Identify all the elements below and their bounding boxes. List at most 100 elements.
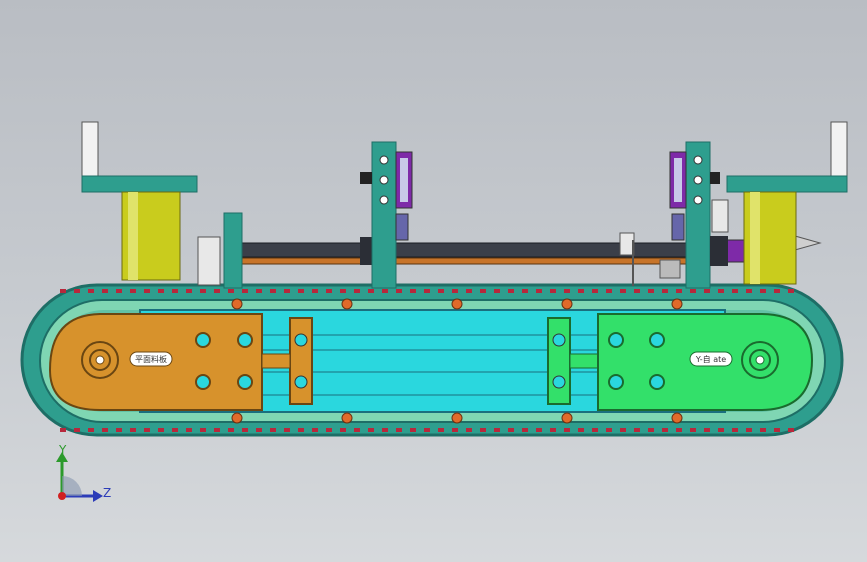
track-pin: [186, 428, 192, 432]
track-pin: [718, 289, 724, 293]
track-pin: [606, 289, 612, 293]
right-plate-label: Y-自 ate: [695, 354, 726, 364]
y-axis-label: Y: [59, 443, 67, 457]
track-pin: [522, 428, 528, 432]
track-pin: [242, 428, 248, 432]
track-pin: [186, 289, 192, 293]
left-side-plate[interactable]: 平面料板: [48, 313, 263, 411]
track-pin: [242, 289, 248, 293]
drive-shaft[interactable]: [229, 232, 822, 286]
cad-model-view[interactable]: 平面料板 Y-自 ate: [0, 0, 867, 562]
track-pin: [774, 289, 780, 293]
track-pin: [88, 428, 94, 432]
track-pin: [326, 289, 332, 293]
track-pin: [760, 289, 766, 293]
track-roller: [451, 412, 463, 424]
track-pin: [550, 428, 556, 432]
track-pin: [158, 428, 164, 432]
track-pin: [578, 289, 584, 293]
track-pin: [676, 289, 682, 293]
track-pin: [732, 428, 738, 432]
track-pin: [676, 428, 682, 432]
track-pin: [592, 289, 598, 293]
track-pin: [578, 428, 584, 432]
track-pin: [410, 289, 416, 293]
track-pin: [382, 428, 388, 432]
track-pin: [424, 428, 430, 432]
track-roller: [561, 412, 573, 424]
track-pin: [718, 428, 724, 432]
track-pin: [256, 428, 262, 432]
track-pin: [298, 289, 304, 293]
track-pin: [200, 428, 206, 432]
track-pin: [704, 289, 710, 293]
track-pin: [620, 289, 626, 293]
track-pin: [438, 428, 444, 432]
track-pin: [284, 428, 290, 432]
track-pin: [354, 289, 360, 293]
track-pin: [536, 428, 542, 432]
track-pin: [410, 428, 416, 432]
track-pin: [74, 289, 80, 293]
track-pin: [788, 289, 794, 293]
track-pin: [466, 289, 472, 293]
track-pin: [508, 428, 514, 432]
track-pin: [452, 428, 458, 432]
track-pin: [494, 428, 500, 432]
track-pin: [662, 289, 668, 293]
track-roller: [231, 412, 243, 424]
coordinate-triad: Y Z: [40, 438, 120, 508]
left-column-assembly[interactable]: [81, 121, 243, 289]
track-pin: [690, 289, 696, 293]
track-pin: [550, 289, 556, 293]
track-pin: [200, 289, 206, 293]
track-pin: [438, 289, 444, 293]
track-pin: [662, 428, 668, 432]
track-pin: [690, 428, 696, 432]
track-pin: [494, 289, 500, 293]
track-pin: [102, 289, 108, 293]
track-roller: [561, 298, 573, 310]
track-pin: [368, 289, 374, 293]
track-pin: [704, 428, 710, 432]
track-pin: [228, 428, 234, 432]
track-pin: [452, 289, 458, 293]
track-pin: [648, 289, 654, 293]
track-pin: [648, 428, 654, 432]
track-pin: [592, 428, 598, 432]
track-pin: [760, 428, 766, 432]
track-roller: [671, 298, 683, 310]
graphics-viewport[interactable]: 平面料板 Y-自 ate Y Z: [0, 0, 867, 562]
track-pin: [172, 289, 178, 293]
track-pin: [466, 428, 472, 432]
track-pin: [270, 428, 276, 432]
track-pin: [256, 289, 262, 293]
track-pin: [172, 428, 178, 432]
track-pin: [620, 428, 626, 432]
track-pin: [536, 289, 542, 293]
track-pin: [382, 289, 388, 293]
left-plate-label: 平面料板: [135, 354, 167, 364]
track-pin: [74, 428, 80, 432]
track-pin: [788, 428, 794, 432]
track-pin: [634, 428, 640, 432]
track-pin: [214, 428, 220, 432]
track-pin: [102, 428, 108, 432]
track-pin: [116, 289, 122, 293]
track-pin: [774, 428, 780, 432]
track-pin: [298, 428, 304, 432]
left-carriage[interactable]: [360, 141, 413, 289]
track-pin: [396, 428, 402, 432]
track-pin: [130, 289, 136, 293]
track-pin: [214, 289, 220, 293]
right-side-plate[interactable]: Y-自 ate: [597, 313, 814, 411]
track-roller: [341, 298, 353, 310]
track-pin: [424, 289, 430, 293]
track-pin: [746, 428, 752, 432]
track-pin: [60, 428, 66, 432]
track-pin: [326, 428, 332, 432]
track-pin: [284, 289, 290, 293]
track-pin: [368, 428, 374, 432]
track-pin: [732, 289, 738, 293]
track-pin: [60, 289, 66, 293]
